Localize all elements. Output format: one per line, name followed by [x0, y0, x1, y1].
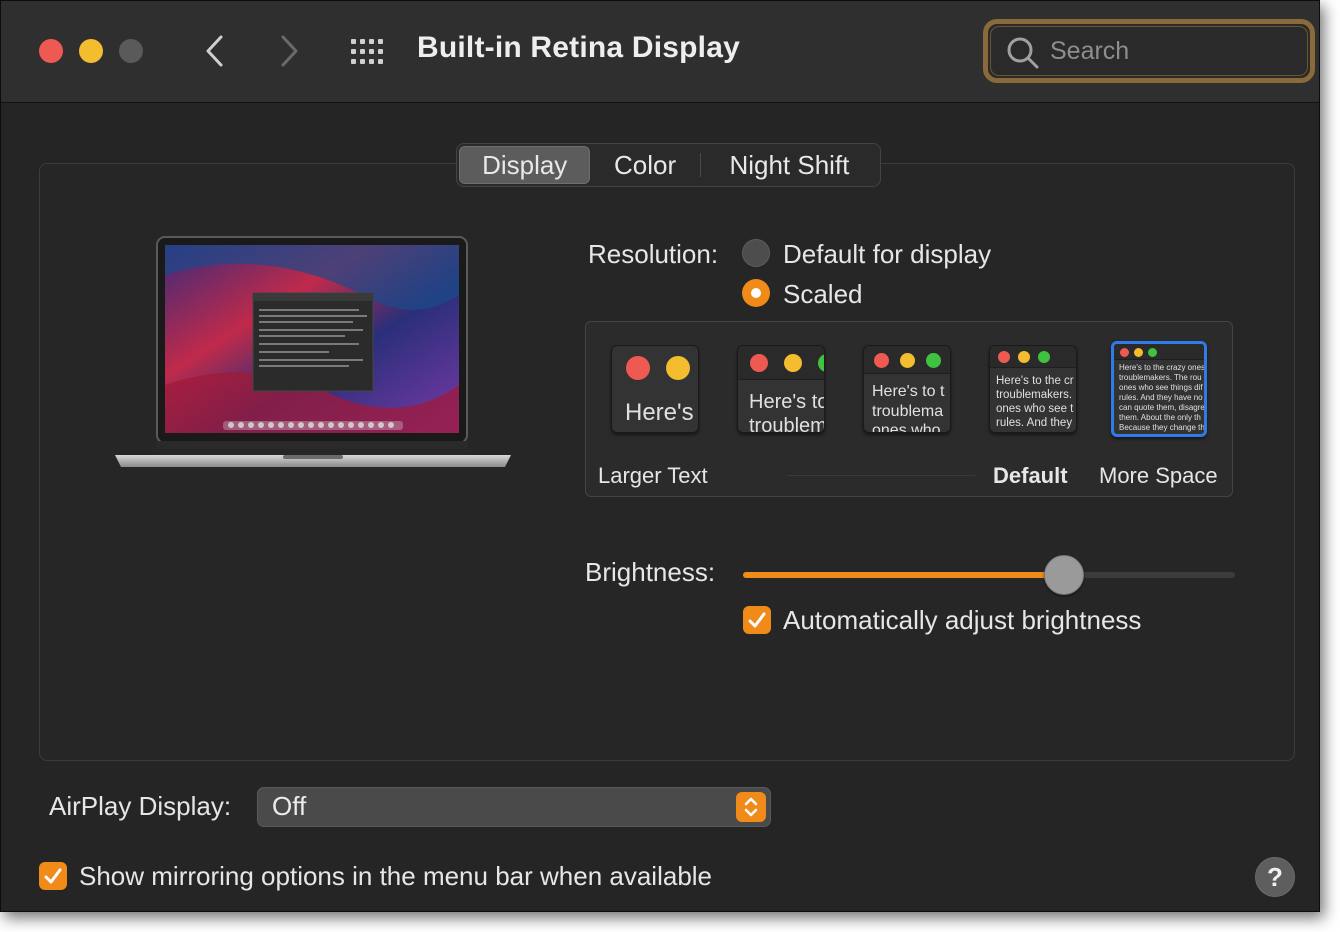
thumb-min-dot: [784, 354, 802, 372]
default-for-display-radio[interactable]: [742, 239, 770, 267]
scale-option-more-space[interactable]: Here's to the crazy ones troublemakers. …: [1111, 341, 1207, 437]
thumb-zoom-dot: [1148, 348, 1157, 357]
scale-preview-text: Here's to the crazy ones troublemakers. …: [1119, 363, 1206, 432]
brightness-slider-fill: [743, 572, 1065, 578]
scale-option-default[interactable]: Here's to the cr troublemakers. ones who…: [989, 345, 1077, 433]
airplay-display-label: AirPlay Display:: [49, 791, 232, 821]
forward-button[interactable]: [271, 29, 307, 73]
larger-text-label: Larger Text: [598, 463, 708, 488]
back-button[interactable]: [197, 29, 233, 73]
tab-night-shift[interactable]: Night Shift: [701, 146, 878, 184]
thumb-close-dot: [750, 354, 768, 372]
tab-bar: Display Color Night Shift: [456, 143, 881, 187]
thumb-min-dot: [1018, 351, 1030, 363]
brightness-label: Brightness:: [585, 557, 716, 587]
thumb-min-dot: [1134, 348, 1143, 357]
tab-display[interactable]: Display: [459, 146, 591, 184]
thumb-close-dot: [998, 351, 1010, 363]
select-arrows-icon: [736, 792, 766, 822]
help-button[interactable]: ?: [1255, 857, 1295, 897]
thumb-min-dot: [666, 356, 690, 380]
minimize-window-button[interactable]: [79, 39, 103, 63]
default-for-display-label[interactable]: Default for display: [783, 239, 991, 270]
show-mirroring-checkbox[interactable]: [39, 862, 67, 890]
checkmark-icon: [44, 868, 62, 884]
laptop-display-image: [115, 236, 511, 467]
scaled-label[interactable]: Scaled: [783, 279, 863, 310]
show-all-button[interactable]: [349, 37, 389, 67]
close-window-button[interactable]: [39, 39, 63, 63]
search-icon: [1007, 37, 1039, 69]
thumb-close-dot: [874, 353, 889, 368]
show-mirroring-label[interactable]: Show mirroring options in the menu bar w…: [79, 861, 712, 892]
scale-preview-text: Here's to t troublema ones who: [872, 383, 945, 433]
thumb-close-dot: [1120, 348, 1129, 357]
chevron-left-icon: [206, 35, 223, 67]
zoom-window-button[interactable]: [119, 39, 143, 63]
chevron-right-icon: [281, 35, 298, 67]
airplay-display-select[interactable]: Off: [257, 787, 771, 827]
preferences-window: Built-in Retina Display Display Color Ni…: [0, 0, 1320, 912]
scale-option-larger-text[interactable]: Here's: [611, 345, 699, 433]
tab-color[interactable]: Color: [590, 146, 699, 184]
auto-brightness-label[interactable]: Automatically adjust brightness: [783, 605, 1141, 636]
scale-preview-text: Here's to troublem: [749, 391, 825, 433]
thumb-zoom-dot: [1038, 351, 1050, 363]
scale-option-3[interactable]: Here's to t troublema ones who: [863, 345, 951, 433]
title-bar: Built-in Retina Display: [1, 1, 1319, 103]
scale-preview-text: Here's: [625, 399, 694, 426]
more-space-label: More Space: [1099, 463, 1218, 488]
scaled-radio[interactable]: [742, 279, 770, 307]
scale-divider: [787, 475, 975, 476]
checkmark-icon: [748, 612, 766, 628]
scale-option-2[interactable]: Here's to troublem: [737, 345, 825, 433]
scale-preview-text: Here's to the cr troublemakers. ones who…: [996, 375, 1074, 430]
brightness-slider-knob[interactable]: [1044, 555, 1085, 595]
thumb-zoom-dot: [926, 353, 941, 368]
airplay-display-value: Off: [272, 791, 307, 821]
auto-brightness-checkbox[interactable]: [743, 606, 771, 634]
thumb-min-dot: [900, 353, 915, 368]
default-scale-label: Default: [993, 463, 1068, 488]
search-input[interactable]: [1050, 34, 1300, 68]
search-field[interactable]: [983, 19, 1315, 83]
window-title: Built-in Retina Display: [417, 31, 740, 64]
resolution-label: Resolution:: [588, 239, 719, 269]
grid-icon: [351, 39, 383, 64]
thumb-close-dot: [626, 356, 650, 380]
